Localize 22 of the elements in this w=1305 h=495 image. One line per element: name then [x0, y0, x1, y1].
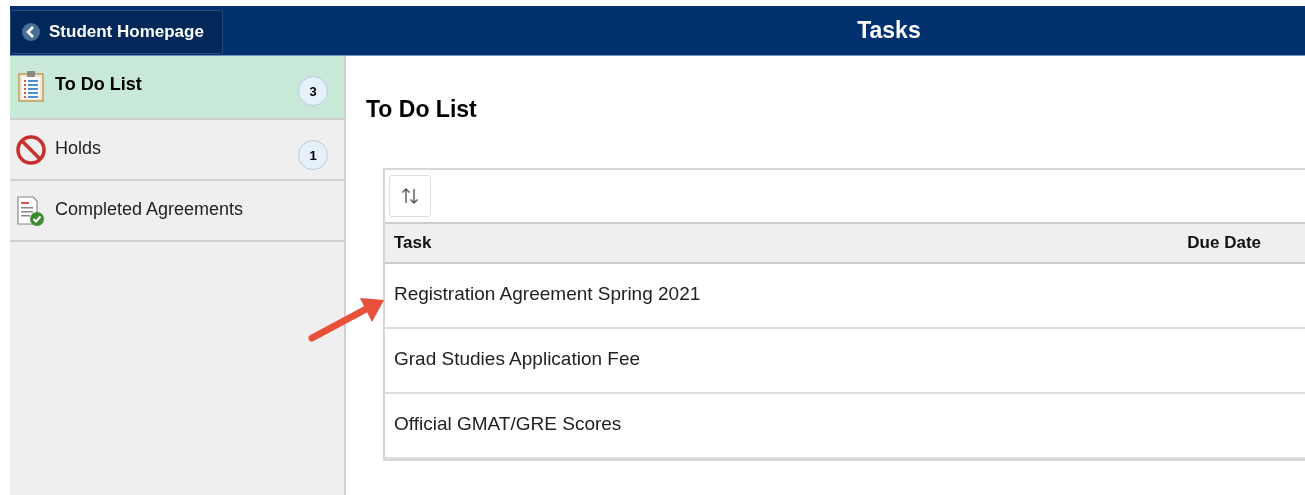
sidebar-item[interactable]: Holds 1 [10, 120, 344, 181]
sidebar-label: Completed Agreements [55, 199, 245, 220]
column-header[interactable]: Task [394, 233, 432, 253]
section-heading: To Do List [366, 96, 478, 124]
sidebar-item[interactable]: To Do List 3 [10, 56, 344, 120]
task-link[interactable]: Official GMAT/GRE Scores [394, 413, 622, 457]
sidebar-label: To Do List [55, 74, 143, 95]
sort-button[interactable] [389, 175, 431, 217]
sidebar-item[interactable]: Completed Agreements [10, 181, 344, 242]
count-badge: 1 [298, 140, 328, 170]
back-chevron-icon [21, 21, 41, 42]
count-badge: 3 [298, 76, 328, 106]
sidebar-label: Holds [55, 138, 103, 159]
back-button[interactable]: Student Homepage [10, 9, 223, 54]
prohibited-icon [15, 134, 47, 166]
task-link[interactable]: Registration Agreement Spring 2021 [394, 283, 701, 327]
column-header[interactable]: Due Date [1187, 233, 1261, 253]
sort-icon [400, 186, 420, 206]
page-title: Tasks [857, 17, 921, 44]
clipboard-icon [15, 70, 47, 102]
document-check-icon [15, 195, 47, 227]
task-link[interactable]: Grad Studies Application Fee [394, 348, 641, 392]
